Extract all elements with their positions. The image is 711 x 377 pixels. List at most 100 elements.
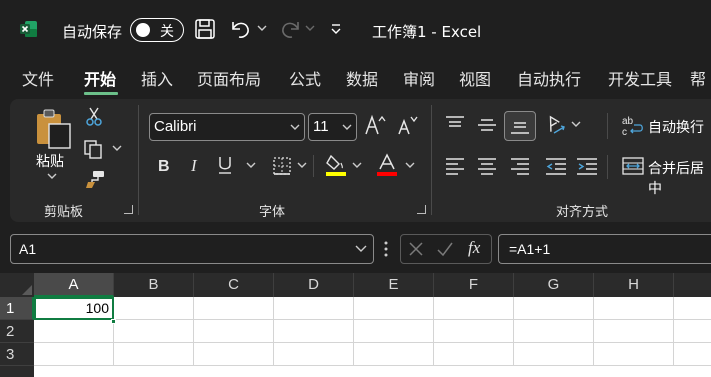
borders-dropdown-chevron-icon[interactable] — [297, 162, 307, 170]
tab-review[interactable]: 审阅 — [403, 66, 435, 90]
tab-developer[interactable]: 开发工具 — [608, 66, 672, 90]
cell-c1[interactable] — [194, 297, 274, 320]
cell-a2[interactable] — [34, 320, 114, 343]
cell-c3[interactable] — [194, 343, 274, 366]
align-right-icon[interactable] — [510, 157, 530, 175]
save-icon[interactable] — [194, 18, 216, 40]
font-name-combo[interactable]: Calibri — [149, 113, 305, 141]
customize-toolbar-icon[interactable] — [330, 23, 342, 35]
align-left-icon[interactable] — [445, 157, 465, 175]
column-header-e[interactable]: E — [354, 273, 434, 297]
column-header-a[interactable]: A — [34, 273, 114, 297]
column-header-c[interactable]: C — [194, 273, 274, 297]
more-options-icon[interactable] — [383, 240, 389, 258]
cell-e2[interactable] — [354, 320, 434, 343]
tab-data[interactable]: 数据 — [346, 66, 378, 90]
column-header-next[interactable] — [674, 273, 711, 297]
tab-file[interactable]: 文件 — [22, 66, 54, 90]
tab-insert[interactable]: 插入 — [141, 66, 173, 90]
align-top-icon[interactable] — [445, 115, 465, 131]
font-color-dropdown-chevron-icon[interactable] — [405, 162, 415, 170]
row-header-2[interactable]: 2 — [0, 320, 34, 343]
underline-icon[interactable] — [217, 155, 233, 175]
cell-i1[interactable] — [674, 297, 711, 320]
autosave-toggle[interactable]: 关 — [130, 18, 184, 42]
increase-indent-icon[interactable] — [576, 157, 598, 175]
copy-icon[interactable] — [83, 139, 105, 159]
copy-dropdown-chevron-icon[interactable] — [112, 145, 122, 153]
cell-g2[interactable] — [514, 320, 594, 343]
cell-h2[interactable] — [594, 320, 674, 343]
fill-color-dropdown-chevron-icon[interactable] — [352, 162, 362, 170]
cell-i3[interactable] — [674, 343, 711, 366]
cell-g3[interactable] — [514, 343, 594, 366]
fill-color-icon[interactable] — [325, 153, 347, 177]
row-header-1[interactable]: 1 — [0, 297, 34, 320]
clipboard-launcher-icon[interactable] — [124, 205, 133, 214]
bold-icon[interactable]: B — [157, 157, 171, 175]
cell-f3[interactable] — [434, 343, 514, 366]
cell-d1[interactable] — [274, 297, 354, 320]
undo-dropdown-chevron-icon[interactable] — [257, 25, 267, 33]
cell-b2[interactable] — [114, 320, 194, 343]
merge-center-icon[interactable] — [622, 156, 644, 176]
font-size-combo[interactable]: 11 — [308, 113, 357, 141]
decrease-indent-icon[interactable] — [545, 157, 567, 175]
format-painter-icon[interactable] — [84, 169, 106, 189]
align-middle-icon[interactable] — [477, 117, 497, 133]
cell-h3[interactable] — [594, 343, 674, 366]
name-box[interactable]: A1 — [10, 234, 374, 264]
tab-automate[interactable]: 自动执行 — [517, 66, 581, 90]
cell-i2[interactable] — [674, 320, 711, 343]
row-header-4[interactable] — [0, 366, 34, 377]
column-header-b[interactable]: B — [114, 273, 194, 297]
tab-help[interactable]: 帮 — [690, 66, 706, 90]
confirm-entry-icon[interactable] — [436, 241, 454, 257]
cell-e1[interactable] — [354, 297, 434, 320]
paste-label[interactable]: 粘贴 — [36, 151, 64, 171]
cell-b3[interactable] — [114, 343, 194, 366]
cell-a3[interactable] — [34, 343, 114, 366]
row-header-3[interactable]: 3 — [0, 343, 34, 366]
formula-input[interactable]: =A1+1 — [498, 234, 711, 264]
font-launcher-icon[interactable] — [417, 205, 426, 214]
align-bottom-button[interactable] — [504, 111, 536, 141]
undo-icon[interactable] — [229, 18, 253, 40]
wrap-text-icon[interactable]: ab c — [622, 114, 644, 136]
cell-a1[interactable]: 100 — [34, 297, 114, 320]
tab-formulas[interactable]: 公式 — [289, 66, 321, 90]
column-header-f[interactable]: F — [434, 273, 514, 297]
italic-icon[interactable]: I — [189, 157, 201, 175]
orientation-icon[interactable] — [544, 113, 568, 137]
decrease-font-size-icon[interactable] — [396, 114, 418, 136]
borders-icon[interactable] — [272, 156, 292, 176]
cancel-entry-icon[interactable] — [408, 241, 424, 257]
tab-home[interactable]: 开始 — [84, 66, 116, 90]
tab-view[interactable]: 视图 — [459, 66, 491, 90]
align-center-icon[interactable] — [477, 157, 497, 175]
tab-page-layout[interactable]: 页面布局 — [197, 66, 261, 90]
cell-f2[interactable] — [434, 320, 514, 343]
cell-c2[interactable] — [194, 320, 274, 343]
column-header-g[interactable]: G — [514, 273, 594, 297]
cell-d3[interactable] — [274, 343, 354, 366]
cell-b1[interactable] — [114, 297, 194, 320]
font-color-icon[interactable] — [376, 153, 398, 177]
fill-handle[interactable] — [111, 319, 116, 324]
cell-g1[interactable] — [514, 297, 594, 320]
orientation-dropdown-chevron-icon[interactable] — [571, 121, 581, 129]
redo-dropdown-chevron-icon[interactable] — [305, 25, 315, 33]
underline-dropdown-chevron-icon[interactable] — [246, 162, 256, 170]
merge-center-label[interactable]: 合并后居中 — [648, 158, 711, 198]
insert-function-icon[interactable]: fx — [468, 238, 480, 258]
cell-h1[interactable] — [594, 297, 674, 320]
wrap-text-label[interactable]: 自动换行 — [648, 117, 704, 137]
column-header-d[interactable]: D — [274, 273, 354, 297]
cut-icon[interactable] — [85, 107, 103, 127]
paste-icon[interactable] — [34, 107, 74, 149]
cell-d2[interactable] — [274, 320, 354, 343]
paste-dropdown-chevron-icon[interactable] — [47, 173, 57, 181]
redo-icon[interactable] — [278, 18, 302, 40]
cell-f1[interactable] — [434, 297, 514, 320]
select-all-corner[interactable] — [0, 273, 34, 297]
